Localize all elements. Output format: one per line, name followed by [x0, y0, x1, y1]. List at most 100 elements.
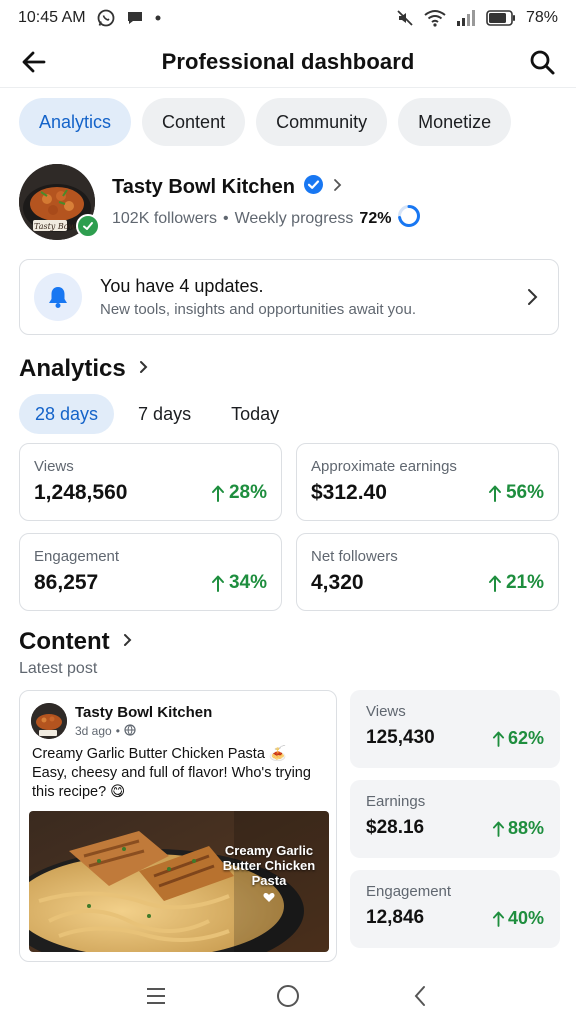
progress-value: 72% — [359, 209, 392, 227]
metric-label: Views — [34, 458, 74, 475]
chevron-right-icon — [122, 632, 134, 653]
metric-earnings[interactable]: Approximate earnings $312.40 56% — [296, 443, 559, 521]
metric-change: 28% — [211, 482, 267, 504]
dot-icon — [154, 14, 162, 22]
stat-change: 40% — [492, 908, 544, 929]
updates-title: You have 4 updates. — [100, 276, 264, 296]
progress-label: Weekly progress — [234, 209, 354, 227]
metric-label: Approximate earnings — [311, 458, 457, 475]
updates-subtitle: New tools, insights and opportunities aw… — [100, 301, 417, 318]
post-line-2: Easy, cheesy and full of flavor! Who's t… — [32, 765, 311, 800]
status-time: 10:45 AM — [18, 9, 86, 26]
metric-net-followers[interactable]: Net followers 4,320 21% — [296, 533, 559, 611]
updates-card[interactable]: You have 4 updates. New tools, insights … — [19, 259, 559, 335]
post-separator: • — [115, 724, 120, 738]
app-header: Professional dashboard — [0, 36, 576, 88]
post-line-1: Creamy Garlic Butter Chicken Pasta 🍝 — [32, 746, 287, 762]
tab-content[interactable]: Content — [142, 98, 246, 146]
metric-value: 4,320 — [311, 571, 364, 594]
range-tabs: 28 days 7 days Today — [19, 394, 295, 434]
home-circle-icon[interactable] — [268, 976, 308, 1016]
system-nav-bar — [0, 968, 576, 1024]
image-caption-text: Creamy Garlic Butter Chicken Pasta — [222, 843, 316, 888]
post-image-caption: Creamy Garlic Butter Chicken Pasta — [219, 843, 319, 906]
mute-icon — [396, 9, 414, 27]
bell-icon — [34, 273, 82, 321]
back-chevron-icon[interactable] — [400, 976, 440, 1016]
progress-ring-icon — [397, 204, 421, 233]
status-bar: 10:45 AM 78% — [0, 0, 576, 36]
message-icon — [126, 9, 144, 27]
stat-change: 62% — [492, 728, 544, 749]
range-7-days[interactable]: 7 days — [122, 394, 207, 434]
stat-change-value: 88% — [507, 817, 544, 838]
post-time-row: 3d ago • — [75, 723, 212, 739]
search-icon[interactable] — [526, 46, 558, 78]
metric-label: Net followers — [311, 548, 398, 565]
metric-views[interactable]: Views 1,248,560 28% — [19, 443, 282, 521]
post-stat-engagement[interactable]: Engagement 12,846 40% — [350, 870, 560, 948]
content-title: Content — [19, 628, 110, 655]
post-avatar — [31, 703, 67, 739]
battery-icon — [486, 10, 516, 26]
analytics-title: Analytics — [19, 355, 126, 382]
profile-summary[interactable]: Tasty Bowl Tasty Bowl Kitchen 102K follo… — [19, 164, 559, 240]
stat-value: 125,430 — [366, 727, 435, 748]
tab-analytics[interactable]: Analytics — [19, 98, 132, 146]
menu-icon[interactable] — [136, 976, 176, 1016]
whatsapp-icon — [96, 8, 116, 28]
meta-separator: • — [222, 209, 229, 227]
battery-percent: 78% — [525, 9, 558, 26]
chevron-right-icon — [332, 178, 344, 197]
tab-community[interactable]: Community — [256, 98, 388, 146]
analytics-header[interactable]: Analytics — [19, 355, 150, 383]
stat-change: 88% — [492, 818, 544, 839]
dashboard-tabs: Analytics Content Community Monetize — [19, 98, 512, 146]
range-today[interactable]: Today — [215, 394, 295, 434]
followers-count: 102K followers — [112, 209, 217, 227]
post-stat-earnings[interactable]: Earnings $28.16 88% — [350, 780, 560, 858]
profile-meta: 102K followers • Weekly progress 72% — [112, 204, 421, 233]
profile-name-row: Tasty Bowl Kitchen — [112, 174, 344, 200]
metric-change: 21% — [488, 572, 544, 594]
chevron-right-icon — [138, 359, 150, 380]
latest-post-card[interactable]: Tasty Bowl Kitchen 3d ago • Creamy Garli… — [19, 690, 337, 962]
metric-change-value: 56% — [505, 482, 544, 503]
stat-value: $28.16 — [366, 817, 425, 838]
tab-monetize[interactable]: Monetize — [398, 98, 512, 146]
content-header[interactable]: Content — [19, 628, 134, 656]
post-time: 3d ago — [75, 724, 112, 738]
post-text: Creamy Garlic Butter Chicken Pasta 🍝 Eas… — [32, 745, 328, 802]
stat-label: Earnings — [366, 793, 426, 810]
arrow-up-icon — [492, 911, 505, 927]
post-image[interactable]: Creamy Garlic Butter Chicken Pasta — [29, 811, 329, 952]
globe-icon — [124, 723, 136, 739]
signal-icon — [456, 9, 476, 27]
stat-change-value: 40% — [507, 907, 544, 928]
metric-value: 86,257 — [34, 571, 99, 594]
latest-post-label: Latest post — [19, 660, 98, 677]
metric-change-value: 34% — [228, 572, 267, 593]
post-stat-views[interactable]: Views 125,430 62% — [350, 690, 560, 768]
metric-engagement[interactable]: Engagement 86,257 34% — [19, 533, 282, 611]
arrow-up-icon — [488, 575, 501, 592]
range-28-days[interactable]: 28 days — [19, 394, 115, 434]
wifi-icon — [424, 9, 446, 27]
metric-change: 56% — [488, 482, 544, 504]
chevron-right-icon — [520, 285, 544, 309]
verified-icon — [303, 174, 324, 200]
metric-value: $312.40 — [311, 481, 387, 504]
metric-change-value: 21% — [505, 572, 544, 593]
arrow-up-icon — [492, 821, 505, 837]
avatar-text: Tasty Bowl — [34, 222, 78, 231]
arrow-up-icon — [488, 485, 501, 502]
metric-value: 1,248,560 — [34, 481, 128, 504]
stat-value: 12,846 — [366, 907, 425, 928]
stat-label: Views — [366, 703, 406, 720]
metric-label: Engagement — [34, 548, 120, 565]
heart-icon — [219, 891, 319, 906]
arrow-up-icon — [211, 485, 224, 502]
metric-change-value: 28% — [228, 482, 267, 503]
back-arrow-icon[interactable] — [18, 46, 50, 78]
stat-change-value: 62% — [507, 727, 544, 748]
